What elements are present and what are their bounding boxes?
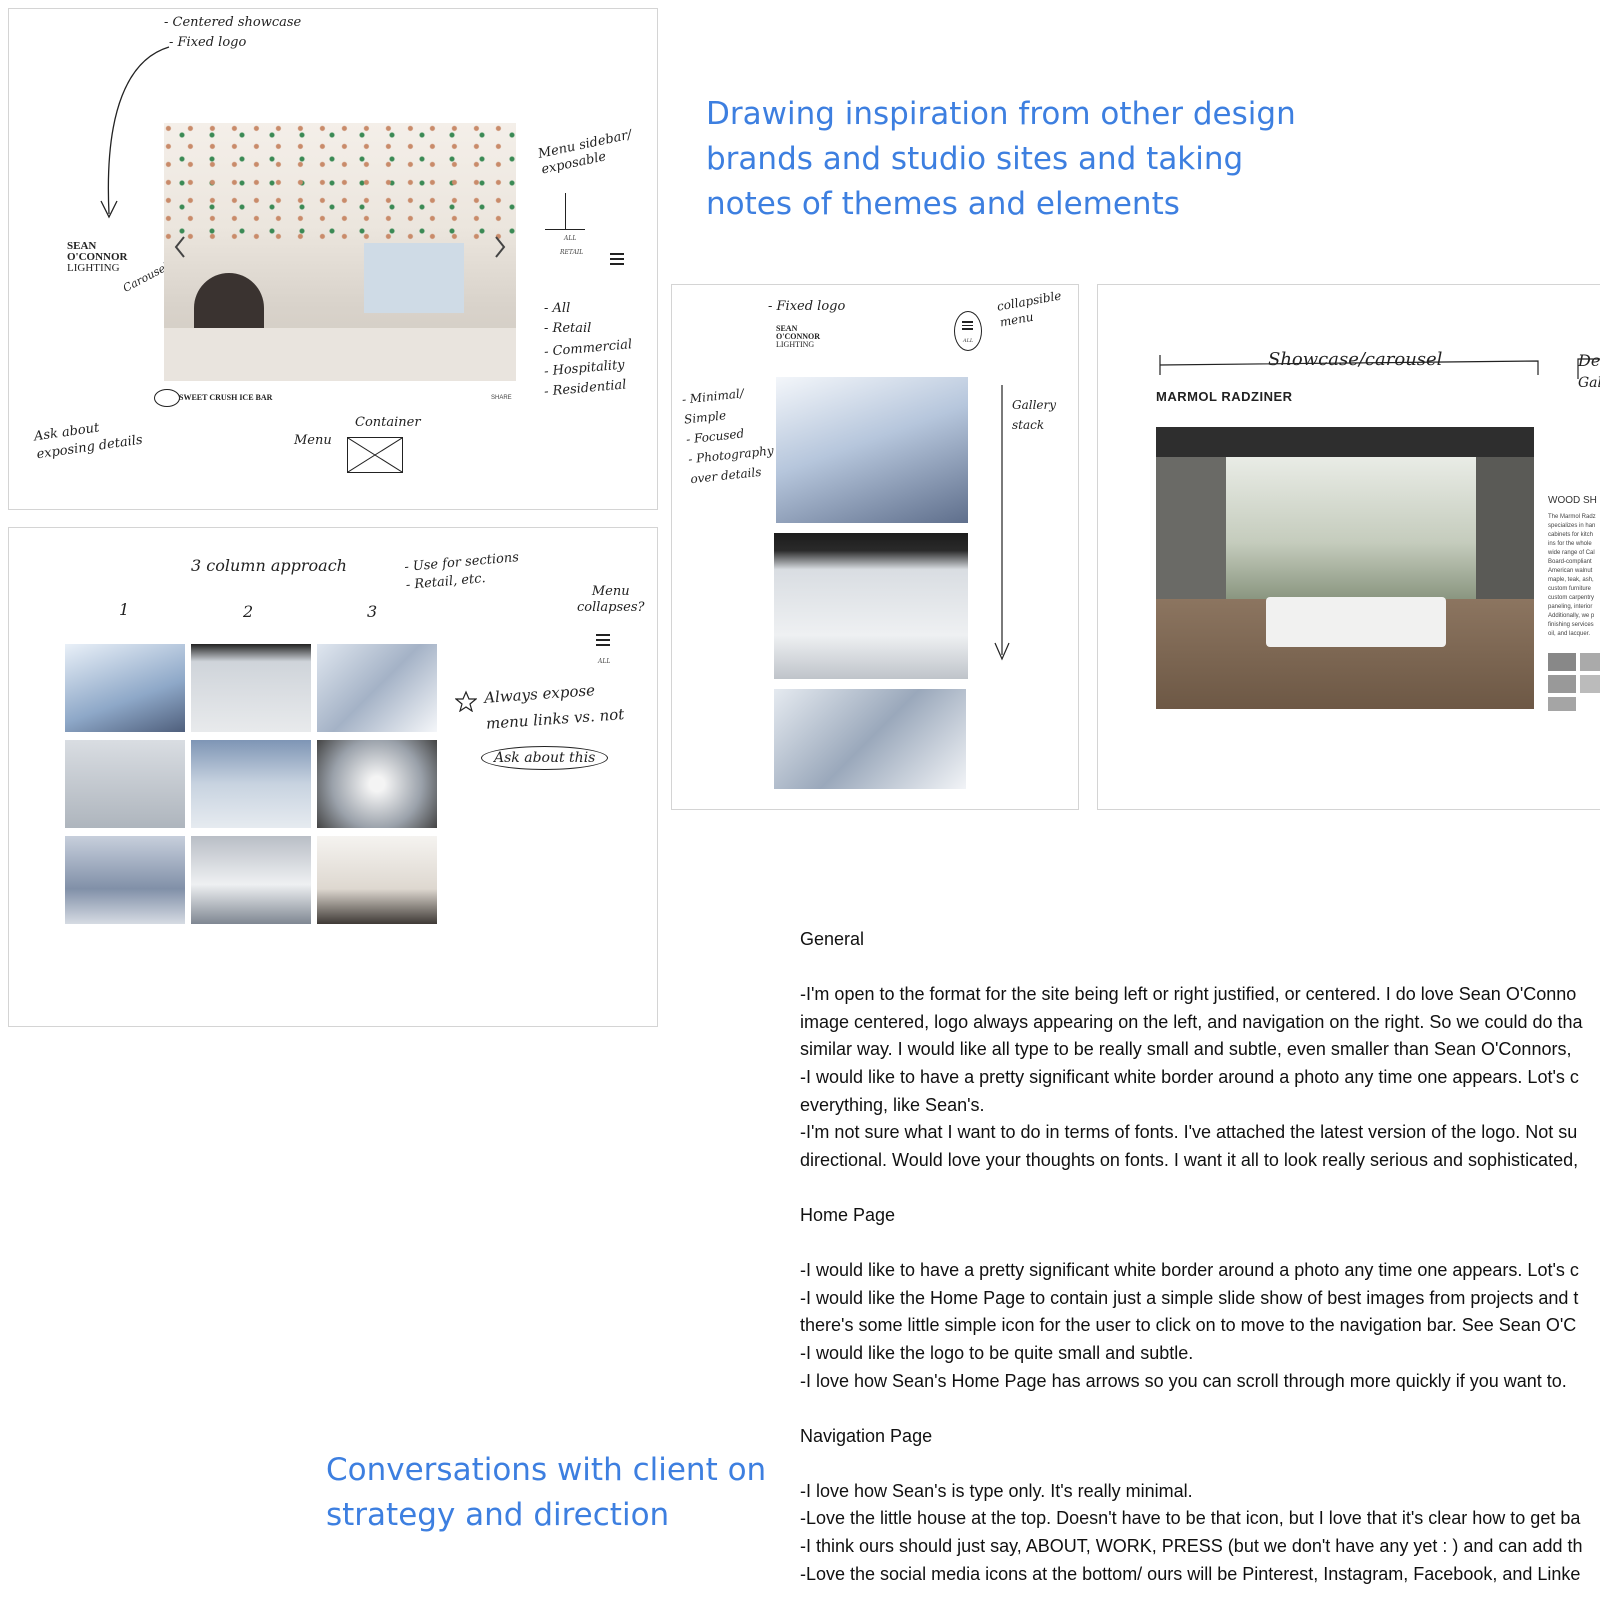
grid-photo[interactable] bbox=[65, 644, 185, 732]
brand-name: MARMOL RADZINER bbox=[1156, 389, 1293, 404]
collapsible-menu-oval[interactable]: ALL bbox=[954, 311, 982, 351]
photo-caption: SWEET CRUSH ICE BAR bbox=[179, 393, 273, 402]
conversations-heading: Conversations with client on strategy an… bbox=[326, 1452, 767, 1533]
thumbnail[interactable] bbox=[1580, 653, 1600, 671]
grid-photo[interactable] bbox=[191, 740, 311, 828]
notes-line: -Love the social media icons at the bott… bbox=[800, 1563, 1581, 1584]
all-label: ALL bbox=[598, 658, 611, 665]
notes-line: everything, like Sean's. bbox=[800, 1094, 985, 1115]
notes-line: image centered, logo always appearing on… bbox=[800, 1011, 1583, 1032]
menu-collapses-note: Menu collapses? bbox=[577, 584, 645, 615]
gallery-photo-2[interactable] bbox=[774, 533, 968, 679]
notes-line: -I'm open to the format for the site bei… bbox=[800, 984, 1577, 1005]
grid-photo[interactable] bbox=[191, 836, 311, 924]
notes-section-heading: Navigation Page bbox=[800, 1425, 933, 1446]
brand-logo: SEAN O'CONNOR LIGHTING bbox=[776, 324, 820, 349]
hamburger-menu-icon[interactable] bbox=[610, 253, 624, 268]
column-number-3: 3 bbox=[367, 602, 378, 621]
ask-exposing-note: Ask about exposing details bbox=[33, 420, 144, 463]
thumbnail[interactable] bbox=[1548, 675, 1576, 693]
menu-sidebar-note: Menu sidebar/ exposable bbox=[536, 127, 634, 178]
scroll-down-arrow bbox=[994, 385, 1010, 661]
thumbnail[interactable] bbox=[1548, 653, 1576, 671]
caption-toggle-icon[interactable] bbox=[154, 389, 180, 407]
menu-label: Menu bbox=[294, 433, 332, 448]
grid-photo[interactable] bbox=[317, 836, 437, 924]
carousel-prev-icon[interactable] bbox=[172, 235, 188, 259]
partial-note-de: De bbox=[1578, 351, 1600, 370]
nav-preview-retail: RETAIL bbox=[560, 249, 584, 256]
notes-section-heading: General bbox=[800, 929, 865, 949]
column-number-1: 1 bbox=[119, 600, 130, 619]
notes-line: -I think ours should just say, ABOUT, WO… bbox=[800, 1536, 1583, 1557]
notes-line: -I would like the logo to be quite small… bbox=[800, 1342, 1194, 1363]
hamburger-menu-icon[interactable] bbox=[962, 321, 973, 333]
sketch-card-gallery-stack: - Fixed logo SEAN O'CONNOR LIGHTING ALL … bbox=[671, 284, 1079, 810]
container-label: Container bbox=[355, 415, 421, 430]
sketch-card-showcase: - Centered showcase - Fixed logo SEAN O'… bbox=[8, 8, 658, 510]
container-wireframe bbox=[347, 437, 403, 473]
grid-photo[interactable] bbox=[65, 740, 185, 828]
gallery-stack-note: Gallery stack bbox=[1012, 398, 1057, 432]
showcase-carousel-note: Showcase/carousel bbox=[1268, 349, 1443, 370]
brand-logo: SEAN O'CONNOR LIGHTING bbox=[67, 240, 128, 274]
gallery-photo-3[interactable] bbox=[774, 689, 966, 789]
nav-preview-bracket bbox=[545, 193, 585, 230]
notes-line: -I would like the Home Page to contain j… bbox=[800, 1287, 1579, 1308]
photo-grid bbox=[65, 644, 445, 936]
gallery-photo-1[interactable] bbox=[776, 377, 968, 523]
grid-photo[interactable] bbox=[65, 836, 185, 924]
sketch-card-marmol: Showcase/carousel De Gal MARMOL RADZINER… bbox=[1097, 284, 1600, 810]
carousel-next-icon[interactable] bbox=[492, 235, 508, 259]
column-number-2: 2 bbox=[243, 602, 254, 621]
sections-note: - Use for sections - Retail, etc. bbox=[403, 550, 520, 593]
client-notes: General -I'm open to the format for the s… bbox=[800, 926, 1600, 1588]
notes-line: -I'm not sure what I want to do in terms… bbox=[800, 1122, 1578, 1143]
notes-line: similar way. I would like all type to be… bbox=[800, 1039, 1572, 1060]
three-column-title: 3 column approach bbox=[191, 556, 347, 575]
side-title: WOOD SH bbox=[1548, 495, 1597, 506]
share-link[interactable]: SHARE bbox=[491, 395, 512, 401]
collapsible-menu-note: collapsible menu bbox=[995, 288, 1063, 330]
nav-preview-all: ALL bbox=[564, 235, 577, 242]
notes-line: -I love how Sean's Home Page has arrows … bbox=[800, 1370, 1567, 1391]
hamburger-menu-icon[interactable] bbox=[596, 634, 610, 649]
partial-note-gal: Gal bbox=[1578, 375, 1600, 391]
grid-photo[interactable] bbox=[317, 740, 437, 828]
notes-line: there's some little simple icon for the … bbox=[800, 1315, 1577, 1336]
inspiration-heading: Drawing inspiration from other design br… bbox=[706, 96, 1296, 222]
ask-about-this-oval: Ask about this bbox=[481, 746, 609, 770]
grid-photo[interactable] bbox=[317, 644, 437, 732]
star-icon bbox=[455, 690, 477, 712]
showcase-photo bbox=[164, 123, 516, 381]
thumbnail[interactable] bbox=[1548, 697, 1576, 711]
sketch-card-three-column: 3 column approach - Use for sections - R… bbox=[8, 527, 658, 1027]
style-notes: - Minimal/ Simple - Focused - Photograph… bbox=[681, 386, 775, 487]
showcase-interior-photo[interactable] bbox=[1156, 427, 1534, 709]
thumbnail-strip bbox=[1548, 653, 1600, 713]
side-description: The Marmol Radz specializes in han cabin… bbox=[1548, 514, 1596, 637]
always-expose-note: Always expose menu links vs. not bbox=[483, 681, 625, 733]
thumbnail[interactable] bbox=[1580, 675, 1600, 693]
grid-photo[interactable] bbox=[191, 644, 311, 732]
fixed-logo-note: - Fixed logo bbox=[768, 299, 846, 314]
note-centered-showcase: - Centered showcase bbox=[164, 15, 302, 30]
notes-section-heading: Home Page bbox=[800, 1204, 896, 1225]
notes-line: -I love how Sean's is type only. It's re… bbox=[800, 1480, 1193, 1501]
notes-line: directional. Would love your thoughts on… bbox=[800, 1149, 1579, 1170]
notes-line: -I would like to have a pretty significa… bbox=[800, 1260, 1579, 1281]
notes-line: -Love the little house at the top. Doesn… bbox=[800, 1508, 1581, 1529]
notes-line: -I would like to have a pretty significa… bbox=[800, 1066, 1579, 1087]
